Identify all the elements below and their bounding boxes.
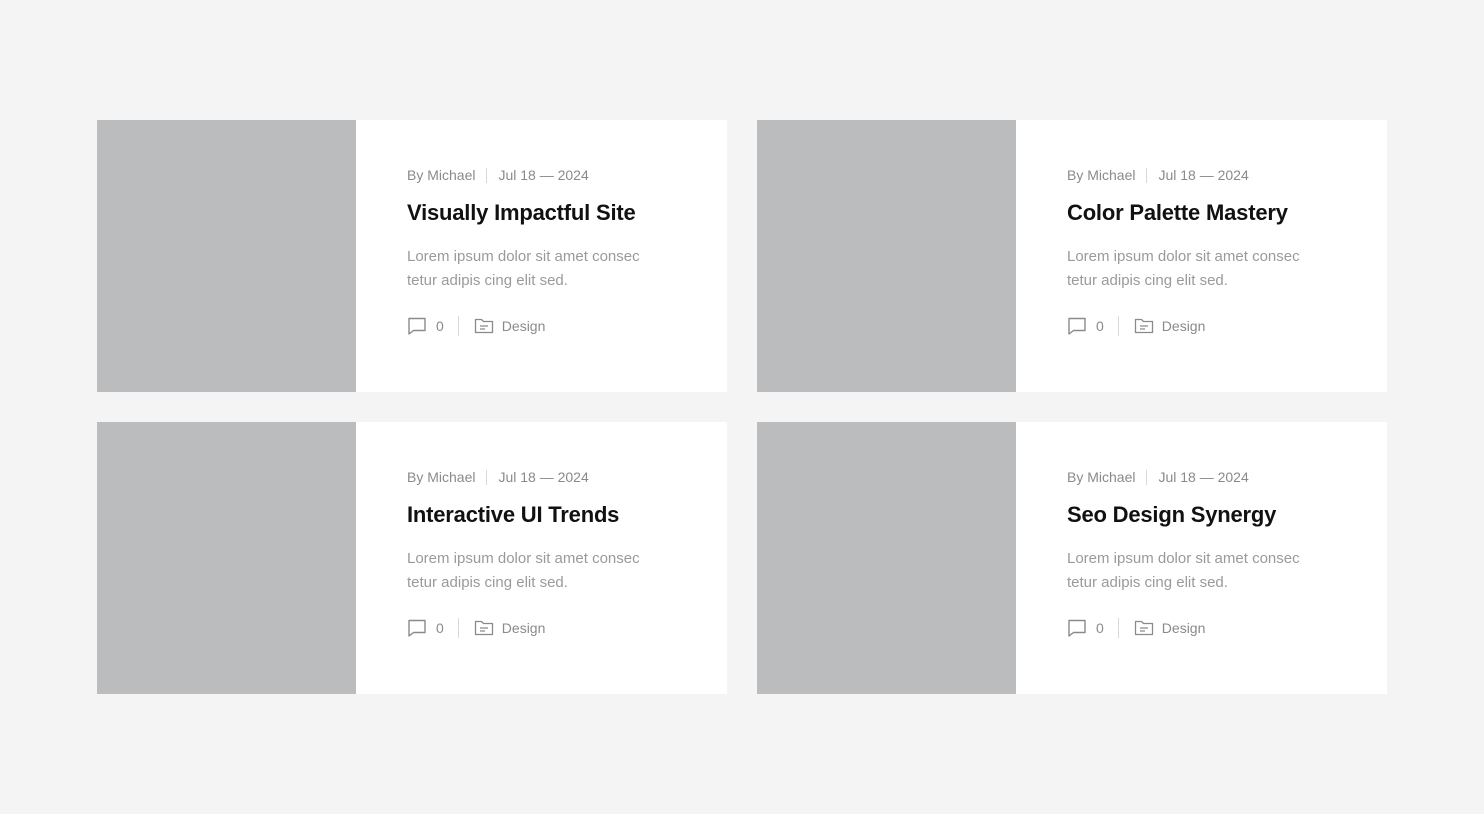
post-title[interactable]: Color Palette Mastery	[1067, 198, 1387, 228]
post-excerpt: Lorem ipsum dolor sit amet consec tetur …	[1067, 550, 1300, 591]
post-card: By Michael Jul 18 — 2024 Color Palette M…	[757, 120, 1387, 392]
comment-count[interactable]: 0	[1096, 620, 1104, 636]
post-category-link[interactable]: Design	[502, 620, 546, 636]
post-date[interactable]: Jul 18 — 2024	[1158, 469, 1248, 485]
post-thumbnail[interactable]	[757, 422, 1016, 694]
footer-divider	[1117, 618, 1119, 638]
folder-icon	[474, 618, 494, 638]
post-footer: 0 Design	[407, 616, 727, 640]
post-excerpt: Lorem ipsum dolor sit amet consec tetur …	[407, 550, 640, 591]
post-title[interactable]: Seo Design Synergy	[1067, 500, 1387, 530]
post-content: By Michael Jul 18 — 2024 Visually Impact…	[356, 120, 727, 392]
post-category-link[interactable]: Design	[502, 318, 546, 334]
post-thumbnail[interactable]	[757, 120, 1016, 392]
post-excerpt: Lorem ipsum dolor sit amet consec tetur …	[407, 248, 640, 289]
post-footer: 0 Design	[1067, 314, 1387, 338]
post-thumbnail[interactable]	[97, 422, 356, 694]
meta-divider	[1146, 167, 1148, 183]
post-card: By Michael Jul 18 — 2024 Visually Impact…	[97, 120, 727, 392]
comment-icon	[1067, 316, 1087, 336]
post-footer: 0 Design	[1067, 616, 1387, 640]
comment-icon	[407, 618, 427, 638]
post-author[interactable]: By Michael	[1067, 167, 1135, 183]
meta-divider	[486, 469, 488, 485]
folder-icon	[1134, 618, 1154, 638]
post-title[interactable]: Interactive UI Trends	[407, 500, 727, 530]
post-content: By Michael Jul 18 — 2024 Color Palette M…	[1016, 120, 1387, 392]
post-meta: By Michael Jul 18 — 2024	[407, 467, 727, 487]
post-card: By Michael Jul 18 — 2024 Seo Design Syne…	[757, 422, 1387, 694]
post-author[interactable]: By Michael	[1067, 469, 1135, 485]
post-date[interactable]: Jul 18 — 2024	[1158, 167, 1248, 183]
post-meta: By Michael Jul 18 — 2024	[1067, 467, 1387, 487]
post-card: By Michael Jul 18 — 2024 Interactive UI …	[97, 422, 727, 694]
post-meta: By Michael Jul 18 — 2024	[407, 165, 727, 185]
footer-divider	[457, 618, 459, 638]
comment-count[interactable]: 0	[436, 620, 444, 636]
post-category-link[interactable]: Design	[1162, 318, 1206, 334]
post-excerpt: Lorem ipsum dolor sit amet consec tetur …	[1067, 248, 1300, 289]
post-thumbnail[interactable]	[97, 120, 356, 392]
post-title[interactable]: Visually Impactful Site	[407, 198, 727, 228]
post-date[interactable]: Jul 18 — 2024	[498, 167, 588, 183]
post-author[interactable]: By Michael	[407, 469, 475, 485]
footer-divider	[1117, 316, 1119, 336]
post-category-link[interactable]: Design	[1162, 620, 1206, 636]
post-footer: 0 Design	[407, 314, 727, 338]
meta-divider	[1146, 469, 1148, 485]
comment-count[interactable]: 0	[1096, 318, 1104, 334]
folder-icon	[1134, 316, 1154, 336]
comment-icon	[1067, 618, 1087, 638]
comment-icon	[407, 316, 427, 336]
post-author[interactable]: By Michael	[407, 167, 475, 183]
post-date[interactable]: Jul 18 — 2024	[498, 469, 588, 485]
blog-post-grid: By Michael Jul 18 — 2024 Visually Impact…	[97, 120, 1387, 694]
folder-icon	[474, 316, 494, 336]
comment-count[interactable]: 0	[436, 318, 444, 334]
post-content: By Michael Jul 18 — 2024 Seo Design Syne…	[1016, 422, 1387, 694]
footer-divider	[457, 316, 459, 336]
meta-divider	[486, 167, 488, 183]
post-content: By Michael Jul 18 — 2024 Interactive UI …	[356, 422, 727, 694]
post-meta: By Michael Jul 18 — 2024	[1067, 165, 1387, 185]
